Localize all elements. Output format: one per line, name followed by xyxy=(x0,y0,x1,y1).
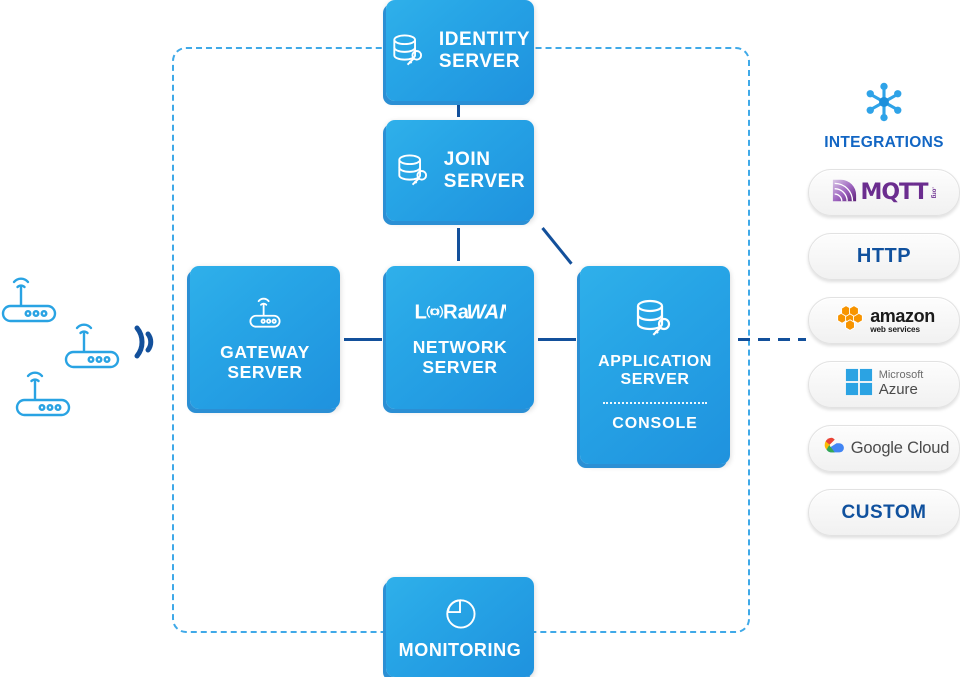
integrations-panel: INTEGRATIONS MQTT .org HTTP amazon web s… xyxy=(806,80,960,536)
card-identity-server-label: IDENTITY SERVER xyxy=(438,29,531,72)
integration-suffix-mqtt: .org xyxy=(930,186,937,199)
database-key-icon xyxy=(395,152,433,190)
mqtt-wave-icon xyxy=(831,178,858,208)
windows-logo-icon xyxy=(845,368,873,401)
card-network-server[interactable]: L Ra WAN ™ NETWORK SERVER xyxy=(386,266,534,409)
integration-label-aws: amazon xyxy=(870,305,935,326)
svg-text:Ra: Ra xyxy=(443,301,470,323)
wifi-signal-icon xyxy=(130,320,162,369)
card-application-server[interactable]: APPLICATION SERVER CONSOLE xyxy=(580,266,730,464)
svg-text:WAN: WAN xyxy=(467,301,507,323)
database-key-icon xyxy=(390,32,428,70)
gateway-device-3 xyxy=(14,366,76,429)
connector-gateway-to-network xyxy=(344,338,382,341)
card-identity-server[interactable]: IDENTITY SERVER xyxy=(386,0,534,101)
svg-text:™: ™ xyxy=(501,304,506,310)
integration-pill-google-cloud[interactable]: Google Cloud xyxy=(808,425,960,472)
card-network-server-label: NETWORK SERVER xyxy=(412,336,508,377)
hub-nodes-icon xyxy=(862,80,906,129)
card-join-server[interactable]: JOIN SERVER xyxy=(386,120,534,221)
google-cloud-icon xyxy=(819,435,845,462)
integration-label-mqtt: MQTT xyxy=(860,180,928,205)
integration-pill-aws[interactable]: amazon web services xyxy=(808,297,960,344)
gateway-device-1 xyxy=(0,272,62,335)
connector-network-to-application xyxy=(538,338,576,341)
integrations-title: INTEGRATIONS xyxy=(824,134,944,151)
connector-identity-to-boundary xyxy=(457,101,460,117)
connector-join-to-network xyxy=(457,228,460,261)
card-application-server-label: APPLICATION SERVER xyxy=(598,353,712,388)
console-divider xyxy=(603,401,707,404)
integration-label-custom: CUSTOM xyxy=(841,501,927,523)
pie-chart-icon xyxy=(440,593,480,633)
diagram-canvas: IDENTITY SERVER JOIN SERVER GATEWAY SERV… xyxy=(0,0,960,677)
integration-pill-mqtt[interactable]: MQTT .org xyxy=(808,169,960,216)
connector-application-to-integrations xyxy=(738,338,806,341)
integration-sublabel-aws: web services xyxy=(870,324,920,334)
aws-cubes-icon xyxy=(833,303,867,338)
integration-sublabel-azure: Azure xyxy=(878,381,918,399)
card-monitoring[interactable]: MONITORING xyxy=(386,577,534,677)
card-join-server-label: JOIN SERVER xyxy=(443,149,526,192)
integration-pill-http[interactable]: HTTP xyxy=(808,233,960,280)
svg-text:L: L xyxy=(415,301,427,323)
integration-label-http: HTTP xyxy=(856,245,912,267)
database-key-icon xyxy=(633,297,677,341)
card-gateway-server-label: GATEWAY SERVER xyxy=(220,342,310,382)
lorawan-logo-icon: L Ra WAN ™ xyxy=(414,298,515,324)
integration-label-google-cloud: Google Cloud xyxy=(850,439,950,457)
integration-pill-custom[interactable]: CUSTOM xyxy=(808,489,960,536)
console-label[interactable]: CONSOLE xyxy=(612,415,697,433)
router-antenna-icon xyxy=(243,292,287,334)
card-gateway-server[interactable]: GATEWAY SERVER xyxy=(190,266,340,409)
card-monitoring-label: MONITORING xyxy=(398,640,522,661)
integration-pill-azure[interactable]: Microsoft Azure xyxy=(808,361,960,408)
